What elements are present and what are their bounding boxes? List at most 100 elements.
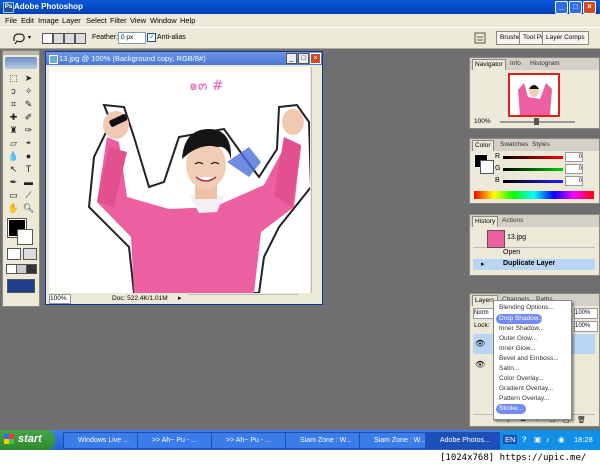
menu-stroke[interactable]: Stroke... — [499, 405, 523, 412]
zoom-field[interactable]: 100% — [49, 294, 71, 304]
type-tool-icon[interactable]: T — [22, 163, 35, 176]
tray-icon-messenger[interactable]: ◉ — [558, 435, 565, 444]
menu-window[interactable]: Window — [150, 16, 177, 25]
color-g-value[interactable]: 0 — [565, 164, 583, 174]
imageready-icon[interactable] — [7, 279, 35, 293]
color-r-slider[interactable] — [503, 156, 563, 159]
lasso-tool-icon[interactable]: ↄ — [7, 85, 20, 98]
doc-minimize-button[interactable]: _ — [286, 53, 297, 64]
paint-bucket-icon[interactable]: ◓ — [22, 137, 35, 150]
navigator-thumbnail[interactable] — [508, 73, 560, 117]
pen-tool-icon[interactable]: ✒ — [7, 176, 20, 189]
tab-styles[interactable]: Styles — [530, 140, 552, 150]
tab-navigator[interactable]: Navigator — [472, 59, 506, 70]
zoom-tool-icon[interactable]: 🔍︎ — [22, 202, 35, 215]
intersect-selection-icon[interactable] — [75, 33, 86, 44]
menu-bevel-emboss[interactable]: Bevel and Emboss... — [499, 355, 559, 362]
new-selection-icon[interactable] — [42, 33, 53, 44]
background-color-swatch[interactable] — [17, 229, 33, 245]
eyedropper-icon[interactable]: ⟋ — [22, 189, 35, 202]
vertical-scrollbar[interactable] — [311, 67, 320, 293]
file-browser-icon[interactable] — [473, 31, 487, 45]
color-spectrum-bar[interactable] — [474, 191, 594, 199]
menu-satin[interactable]: Satin... — [499, 365, 519, 372]
menu-gradient-overlay[interactable]: Gradient Overlay... — [499, 385, 553, 392]
layer-visibility-eye-icon[interactable]: 👁︎ — [475, 339, 485, 348]
navigator-slider-thumb[interactable] — [534, 118, 539, 125]
shape-tool-icon[interactable]: ▬ — [22, 176, 35, 189]
eraser-tool-icon[interactable]: ▱ — [7, 137, 20, 150]
menu-image[interactable]: Image — [38, 16, 59, 25]
feather-input[interactable]: 0 px — [118, 32, 146, 44]
crop-tool-icon[interactable]: ⌗ — [7, 98, 20, 111]
document-title-bar[interactable]: 13.jpg @ 100% (Background copy, RGB/8#) … — [46, 52, 322, 65]
tab-actions[interactable]: Actions — [500, 216, 525, 226]
tab-info[interactable]: Info — [508, 59, 523, 69]
tray-icon-volume[interactable]: ♪ — [546, 435, 550, 444]
menu-file[interactable]: File — [5, 16, 17, 25]
status-menu-arrow-icon[interactable]: ▸ — [178, 294, 182, 302]
menu-pattern-overlay[interactable]: Pattern Overlay... — [499, 395, 549, 402]
standard-mode-icon[interactable] — [7, 248, 21, 260]
opacity-field[interactable]: 100% — [574, 308, 598, 319]
tray-icon-help[interactable]: ❓︎ — [522, 435, 527, 445]
clone-stamp-icon[interactable]: ♜ — [7, 124, 20, 137]
blend-mode-select[interactable]: Norm — [473, 308, 495, 319]
menu-inner-glow[interactable]: Inner Glow... — [499, 345, 536, 352]
taskbar-item-siamzone-1[interactable]: Siam Zone : W... — [285, 432, 361, 449]
taskbar-item-photoshop[interactable]: Adobe Photos... — [425, 432, 506, 449]
tray-icon-network[interactable]: ▣ — [534, 435, 541, 444]
navigator-zoom-value[interactable]: 100% — [474, 118, 491, 125]
taskbar-item-ahpu-2[interactable]: >> Ah~ Pu - ... — [211, 432, 287, 449]
color-background-swatch[interactable] — [480, 160, 494, 174]
history-item-open[interactable]: Open — [473, 248, 595, 259]
menu-edit[interactable]: Edit — [21, 16, 34, 25]
menu-help[interactable]: Help — [180, 16, 195, 25]
doc-maximize-button[interactable]: □ — [298, 53, 309, 64]
healing-brush-icon[interactable]: ✚ — [7, 111, 20, 124]
tab-swatches[interactable]: Swatches — [498, 140, 530, 150]
quick-mask-icon[interactable] — [23, 248, 37, 260]
menu-blending-options[interactable]: Blending Options... — [499, 304, 554, 311]
start-button[interactable]: start — [0, 430, 55, 450]
doc-close-button[interactable]: × — [310, 53, 321, 64]
marquee-tool-icon[interactable]: ⬚ — [7, 72, 20, 85]
move-tool-icon[interactable]: ➤ — [22, 72, 35, 85]
menu-select[interactable]: Select — [86, 16, 107, 25]
antialias-checkbox[interactable]: ✓ — [147, 33, 156, 42]
palette-well-layer-comps[interactable]: Layer Comps — [542, 31, 589, 45]
path-selection-icon[interactable]: ↖ — [7, 163, 20, 176]
menu-outer-glow[interactable]: Outer Glow... — [499, 335, 537, 342]
notes-tool-icon[interactable]: ▭ — [7, 189, 20, 202]
menu-layer[interactable]: Layer — [62, 16, 81, 25]
screen-mode-full-icon[interactable] — [26, 264, 37, 274]
menu-drop-shadow[interactable]: Drop Shadow... — [499, 315, 543, 322]
color-r-value[interactable]: 0 — [565, 152, 583, 162]
layer-visibility-eye-icon[interactable]: 👁︎ — [475, 360, 485, 369]
menu-filter[interactable]: Filter — [110, 16, 127, 25]
color-g-slider[interactable] — [503, 168, 563, 171]
tools-palette-header[interactable] — [3, 51, 39, 55]
menu-inner-shadow[interactable]: Inner Shadow... — [499, 325, 544, 332]
history-item-duplicate-layer[interactable]: ▸ Duplicate Layer — [473, 259, 595, 270]
horizontal-scrollbar[interactable] — [188, 294, 298, 304]
brush-tool-icon[interactable]: ✐ — [22, 111, 35, 124]
magic-wand-icon[interactable]: ✧ — [22, 85, 35, 98]
fill-field[interactable]: 100% — [574, 321, 598, 332]
blur-tool-icon[interactable]: 💧 — [7, 150, 20, 163]
canvas[interactable]: ๑๓ # — [49, 67, 310, 293]
tool-preset-arrow-icon[interactable]: ▾ — [28, 34, 31, 41]
trash-icon[interactable]: 🗑︎ — [577, 416, 586, 424]
language-indicator[interactable]: EN — [503, 435, 518, 444]
history-snapshot-row[interactable]: 13.jpg — [473, 229, 595, 248]
taskbar-item-siamzone-2[interactable]: Siam Zone : W... — [359, 432, 435, 449]
lasso-tool-icon[interactable] — [12, 31, 26, 45]
add-selection-icon[interactable] — [53, 33, 64, 44]
hand-tool-icon[interactable]: ✋ — [7, 202, 20, 215]
history-brush-icon[interactable]: ✑ — [22, 124, 35, 137]
slice-tool-icon[interactable]: ✎ — [22, 98, 35, 111]
menu-color-overlay[interactable]: Color Overlay... — [499, 375, 544, 382]
close-button[interactable]: × — [583, 1, 596, 14]
color-b-value[interactable]: 0 — [565, 176, 583, 186]
maximize-button[interactable]: □ — [569, 1, 582, 14]
